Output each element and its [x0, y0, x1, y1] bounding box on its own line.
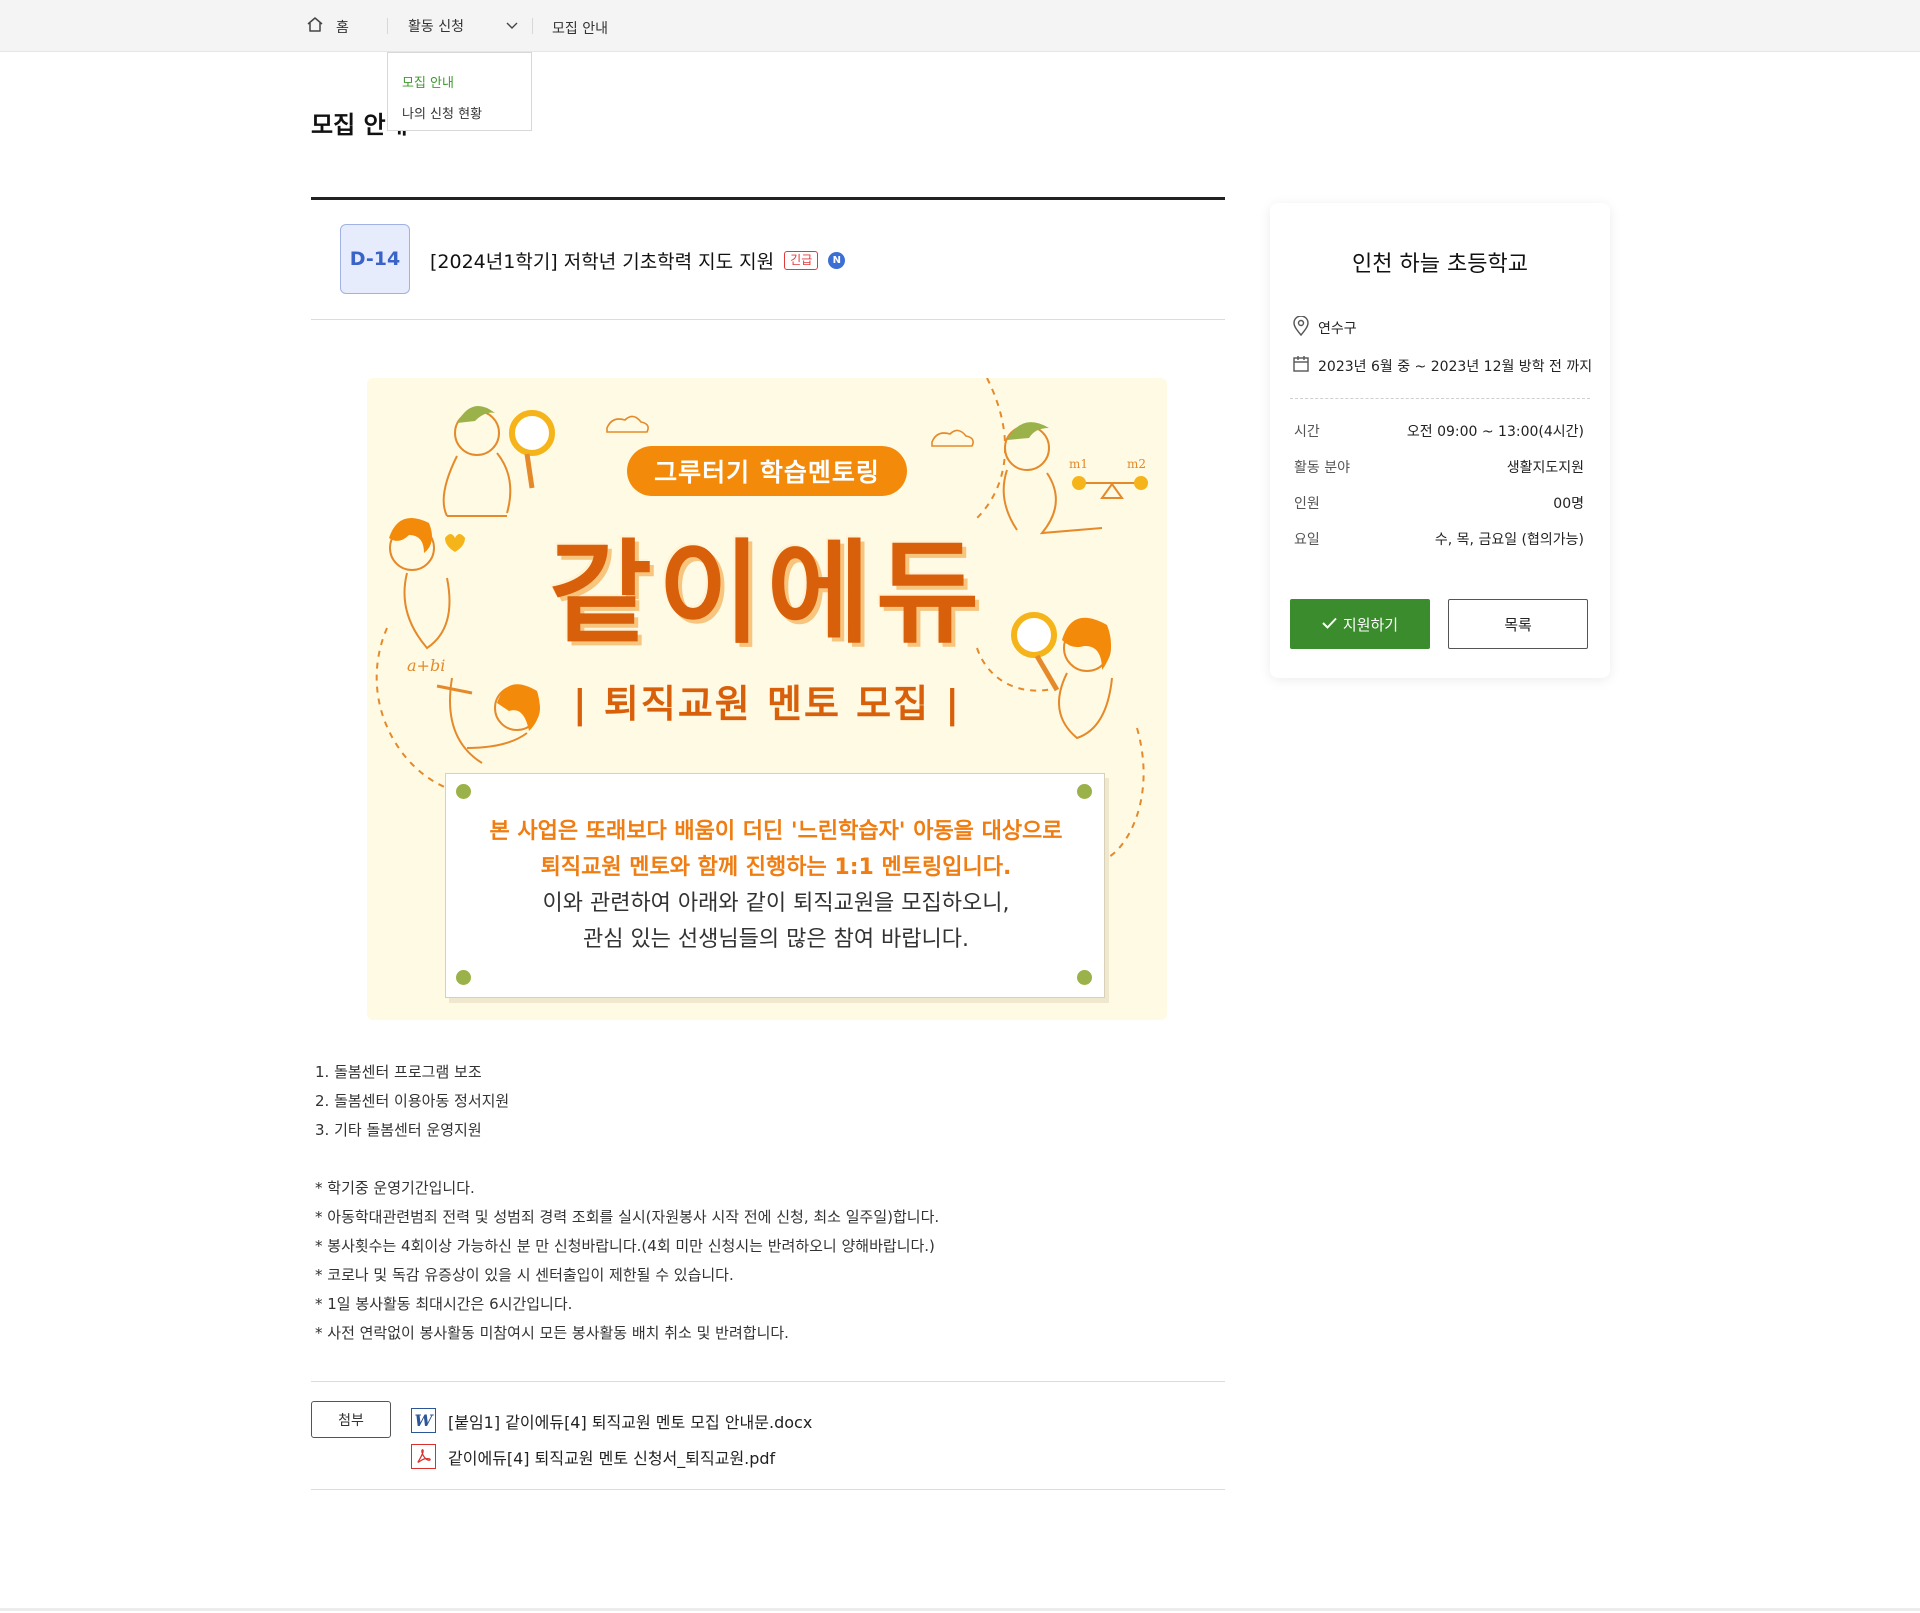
- info-value: 수, 목, 금요일 (협의가능): [1434, 532, 1584, 548]
- body-line: * 사전 연락없이 봉사활동 미참여시 모든 봉사활동 배치 취소 및 반려합니…: [315, 1324, 789, 1342]
- pin-dot: [1077, 784, 1092, 799]
- note-line: 본 사업은 또래보다 배움이 더딘 '느린학습자' 아동을 대상으로: [489, 819, 1063, 844]
- dropdown-item-recruit[interactable]: 모집 안내: [402, 68, 517, 99]
- scale-label-left: m1: [1069, 457, 1088, 471]
- recruit-info-card: 인천 하늘 초등학교 연수구 2023년 6월 중 ~ 2023년 12월 방학…: [1270, 203, 1610, 678]
- body-line: * 학기중 운영기간입니다.: [315, 1179, 475, 1197]
- note-line: 이와 관련하여 아래와 같이 퇴직교원을 모집하오니,: [542, 891, 1010, 916]
- urgent-tag: 긴급: [784, 251, 819, 270]
- page-bottom-border: [0, 1608, 1920, 1611]
- body-line: 2. 돌봄센터 이용아동 정서지원: [315, 1092, 510, 1110]
- pin-dot: [456, 784, 471, 799]
- recruit-poster: m1 m2 a+bi 그루터기 학습멘토링 같이에듀 | 퇴직교원 멘토 모집 …: [367, 378, 1167, 1020]
- poster-note-card: 본 사업은 또래보다 배움이 더딘 '느린학습자' 아동을 대상으로 퇴직교원 …: [445, 773, 1105, 998]
- poster-headline: 같이에듀: [548, 529, 986, 659]
- period-text: 2023년 6월 중 ~ 2023년 12월 방학 전 까지: [1318, 359, 1593, 375]
- location-pin-icon: [1292, 315, 1310, 340]
- list-button[interactable]: 목록: [1448, 599, 1588, 649]
- location-text: 연수구: [1318, 321, 1357, 337]
- body-line: [315, 1145, 939, 1174]
- breadcrumb-home-label: 홈: [336, 19, 349, 36]
- pin-dot: [1077, 970, 1092, 985]
- pdf-icon: [411, 1444, 436, 1469]
- info-row: 인원 00명: [1294, 493, 1584, 513]
- poster-subheadline: | 퇴직교원 멘토 모집 |: [572, 682, 962, 726]
- period-info: 2023년 6월 중 ~ 2023년 12월 방학 전 까지: [1292, 355, 1592, 377]
- post-title: [2024년1학기] 저학년 기초학력 지도 지원: [430, 251, 775, 273]
- info-value: 00명: [1553, 496, 1584, 512]
- post-header-divider: [311, 319, 1225, 320]
- body-line: * 아동학대관련범죄 전력 및 성범죄 경력 조회를 실시(자원봉사 시작 전에…: [315, 1208, 940, 1226]
- breadcrumb-current[interactable]: 모집 안내: [552, 18, 608, 38]
- new-badge: N: [828, 252, 846, 269]
- body-line: * 코로나 및 독감 유증상이 있을 시 센터출입이 제한될 수 있습니다.: [315, 1266, 734, 1284]
- info-value: 생활지도지원: [1506, 460, 1584, 476]
- post-top-divider: [311, 197, 1225, 200]
- note-line: 관심 있는 선생님들의 많은 참여 바랍니다.: [582, 927, 970, 952]
- calendar-icon: [1292, 355, 1310, 377]
- info-row: 요일 수, 목, 금요일 (협의가능): [1294, 529, 1584, 549]
- body-line: * 1일 봉사활동 최대시간은 6시간입니다.: [315, 1295, 573, 1313]
- check-icon: [1322, 616, 1337, 633]
- info-key: 인원: [1294, 496, 1320, 512]
- location-info: 연수구: [1292, 315, 1357, 340]
- post-body: 1. 돌봄센터 프로그램 보조 2. 돌봄센터 이용아동 정서지원 3. 기타 …: [315, 1058, 939, 1348]
- attachments-label-button[interactable]: 첨부: [311, 1401, 391, 1438]
- home-icon: [306, 16, 324, 37]
- apply-button-label: 지원하기: [1342, 616, 1399, 634]
- school-name: 인천 하늘 초등학교: [1352, 252, 1528, 277]
- body-line: 1. 돌봄센터 프로그램 보조: [315, 1063, 482, 1081]
- card-divider: [1290, 398, 1590, 399]
- note-line: 퇴직교원 멘토와 함께 진행하는 1:1 멘토링입니다.: [540, 855, 1012, 880]
- breadcrumb-section-label: 활동 신청: [408, 19, 464, 35]
- post-title-row: [2024년1학기] 저학년 기초학력 지도 지원 긴급 N: [430, 247, 846, 274]
- info-row: 활동 분야 생활지도지원: [1294, 457, 1584, 477]
- attachments-bottom-divider: [311, 1489, 1225, 1490]
- attachment-file-name: 같이에듀[4] 퇴직교원 멘토 신청서_퇴직교원.pdf: [448, 1448, 776, 1468]
- attachment-file[interactable]: 같이에듀[4] 퇴직교원 멘토 신청서_퇴직교원.pdf: [411, 1444, 775, 1469]
- info-key: 시간: [1294, 424, 1320, 440]
- info-row: 시간 오전 09:00 ~ 13:00(4시간): [1294, 421, 1584, 441]
- breadcrumb-bar: 홈 활동 신청 모집 안내: [0, 0, 1920, 52]
- poster-note-text: 본 사업은 또래보다 배움이 더딘 '느린학습자' 아동을 대상으로 퇴직교원 …: [446, 814, 1106, 958]
- word-icon: W: [411, 1408, 436, 1433]
- attachment-file[interactable]: W [붙임1] 같이에듀[4] 퇴직교원 멘토 모집 안내문.docx: [411, 1408, 812, 1433]
- breadcrumb-divider: [387, 18, 388, 34]
- body-line: 3. 기타 돌봄센터 운영지원: [315, 1121, 482, 1139]
- pin-dot: [456, 970, 471, 985]
- dday-badge: D-14: [340, 224, 410, 294]
- poster-pill-title: 그루터기 학습멘토링: [627, 446, 907, 496]
- body-line: * 봉사횟수는 4회이상 가능하신 분 만 신청바랍니다.(4회 미만 신청시는…: [315, 1237, 935, 1255]
- dropdown-item-my-applications[interactable]: 나의 신청 현황: [402, 99, 517, 130]
- info-value: 오전 09:00 ~ 13:00(4시간): [1406, 424, 1584, 440]
- poster-formula: a+bi: [407, 656, 445, 675]
- attachment-file-name: [붙임1] 같이에듀[4] 퇴직교원 멘토 모집 안내문.docx: [448, 1412, 813, 1432]
- breadcrumb-home[interactable]: 홈: [306, 16, 349, 37]
- attachments-top-divider: [311, 1381, 1225, 1382]
- breadcrumb-divider: [532, 18, 533, 34]
- scale-label-right: m2: [1127, 457, 1146, 471]
- info-key: 활동 분야: [1294, 460, 1350, 476]
- breadcrumb-section-dropdown[interactable]: 활동 신청: [408, 14, 518, 38]
- info-key: 요일: [1294, 532, 1320, 548]
- chevron-down-icon: [506, 18, 518, 34]
- section-dropdown-menu: 모집 안내 나의 신청 현황: [387, 52, 532, 131]
- apply-button[interactable]: 지원하기: [1290, 599, 1430, 649]
